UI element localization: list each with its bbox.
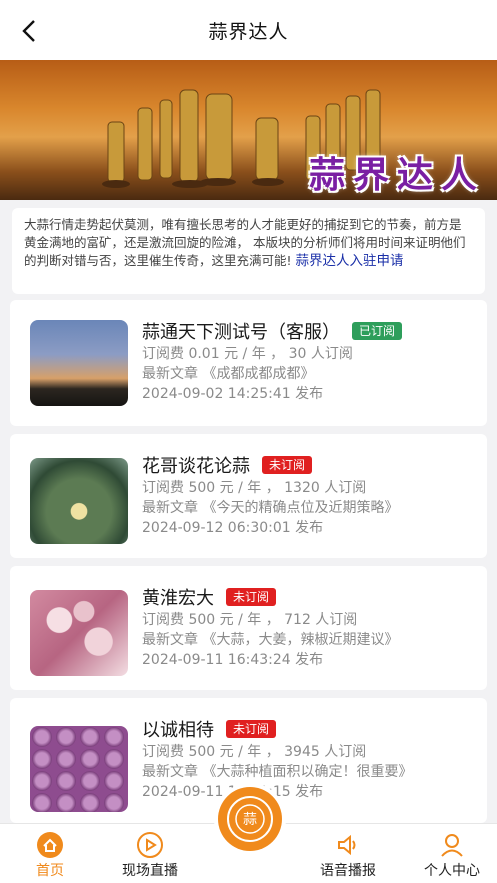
center-logo-button[interactable]: 蒜 [218,787,282,851]
expert-card[interactable]: 蒜通天下测试号（客服） 已订阅 订阅费 0.01 元 / 年 ， 30 人订阅 … [10,300,487,426]
tab-profile-label: 个人中心 [424,863,480,879]
tab-profile[interactable]: 个人中心 [410,824,494,883]
speaker-icon [338,834,356,856]
expert-name: 蒜通天下测试号（客服） [142,322,340,343]
publish-time: 2024-09-11 16:41:15 发布 [142,784,324,800]
subscription-fee: 订阅费 500 元 / 年 ， 3945 人订阅 [142,744,367,760]
tab-home[interactable]: 首页 [22,824,78,883]
subscribe-status-badge: 未订阅 [226,720,277,738]
banner-image: 蒜界达人 [0,60,497,200]
subscription-fee: 订阅费 500 元 / 年 ， 1320 人订阅 [142,480,367,496]
subscription-fee: 订阅费 500 元 / 年 ， 712 人订阅 [142,612,358,628]
intro-panel: 大蒜行情走势起伏莫测，唯有擅长思考的人才能更好的捕捉到它的节奏，前方是黄金满地的… [12,208,485,294]
expert-avatar-sunset [30,320,128,406]
back-arrow-icon[interactable] [18,18,42,44]
home-icon [37,832,63,858]
subscribe-status-badge: 已订阅 [352,322,403,340]
tab-voice[interactable]: 语音播报 [306,824,390,883]
expert-card[interactable]: 花哥谈花论蒜 未订阅 订阅费 500 元 / 年 ， 1320 人订阅 最新文章… [10,434,487,558]
tab-live[interactable]: 现场直播 [108,824,192,883]
banner-title: 蒜界达人 [308,154,485,196]
play-icon [137,832,163,858]
subscribe-status-badge: 未订阅 [226,588,277,606]
expert-avatar-garlic-flower [30,458,128,544]
publish-time: 2024-09-11 16:43:24 发布 [142,652,324,668]
top-bar: 蒜界达人 [0,0,497,60]
apply-link[interactable]: 蒜界达人入驻申请 [296,253,404,269]
tab-live-label: 现场直播 [122,863,178,879]
center-logo-text: 蒜 [243,812,257,828]
expert-avatar-purple-garlic [30,726,128,812]
latest-article[interactable]: 最新文章 《成都成都成都》 [142,364,477,384]
tab-home-label: 首页 [36,863,64,879]
expert-name: 以诚相待 [142,720,214,741]
latest-article[interactable]: 最新文章 《今天的精确点位及近期策略》 [142,498,477,518]
tab-voice-label: 语音播报 [320,863,376,879]
expert-card[interactable]: 黄淮宏大 未订阅 订阅费 500 元 / 年 ， 712 人订阅 最新文章 《大… [10,566,487,690]
publish-time: 2024-09-12 06:30:01 发布 [142,520,324,536]
publish-time: 2024-09-02 14:25:41 发布 [142,386,324,402]
latest-article[interactable]: 最新文章 《大蒜种植面积以确定！很重要》 [142,762,477,782]
latest-article[interactable]: 最新文章 《大蒜，大姜，辣椒近期建议》 [142,630,477,650]
page-title: 蒜界达人 [208,20,289,43]
subscribe-status-badge: 未订阅 [262,456,313,474]
subscription-fee: 订阅费 0.01 元 / 年 ， 30 人订阅 [142,346,353,362]
expert-avatar-garlic-cloves [30,590,128,676]
user-icon [441,834,463,857]
expert-name: 花哥谈花论蒜 [142,456,250,477]
center-logo-icon: 蒜 [227,796,273,842]
expert-name: 黄淮宏大 [142,588,214,609]
